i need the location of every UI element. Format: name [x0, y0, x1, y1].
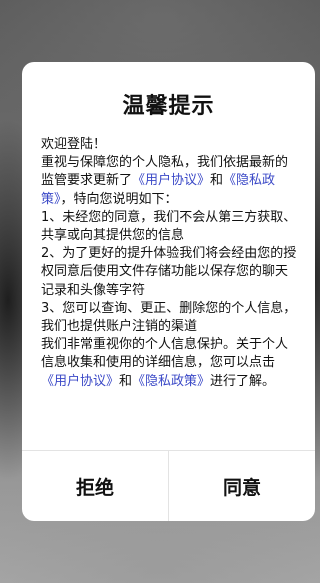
welcome-text: 欢迎登陆！: [41, 137, 107, 152]
dialog-title: 温馨提示: [122, 94, 215, 119]
closing-paragraph: 我们非常重视你的个人信息保护。关于个人信息收集和使用的详细信息，您可以点击《用户…: [41, 336, 300, 391]
closing-prefix: 我们非常重视你的个人信息保护。关于个人信息收集和使用的详细信息，您可以点击: [41, 337, 289, 371]
closing-and: 和: [119, 373, 133, 389]
user-agreement-link[interactable]: 《用户协议》: [132, 173, 210, 188]
closing-privacy-policy-link[interactable]: 《隐私政策》: [132, 374, 210, 389]
dialog-footer: 拒绝 同意: [22, 450, 315, 521]
privacy-notice-dialog: 温馨提示 欢迎登陆！ 重视与保障您的个人隐私，我们依据最新的监管要求更新了《用户…: [22, 62, 315, 521]
dialog-body: 欢迎登陆！ 重视与保障您的个人隐私，我们依据最新的监管要求更新了《用户协议》和《…: [41, 136, 300, 391]
intro-suffix: ，特向您说明如下：: [60, 191, 178, 207]
intro-paragraph: 重视与保障您的个人隐私，我们依据最新的监管要求更新了《用户协议》和《隐私政策》，…: [41, 154, 300, 209]
intro-and: 和: [210, 173, 224, 189]
agree-button[interactable]: 同意: [168, 451, 315, 521]
reject-button[interactable]: 拒绝: [22, 451, 168, 521]
notice-item-3: 3、您可以查询、更正、删除您的个人信息，我们也提供账户注销的渠道: [41, 300, 297, 335]
closing-user-agreement-link[interactable]: 《用户协议》: [41, 374, 119, 389]
closing-suffix: 进行了解。: [210, 373, 276, 389]
notice-item-2: 2、为了更好的提升体验我们将会经由您的授权同意后使用文件存储功能以保存您的聊天记…: [41, 246, 297, 298]
notice-item-1: 1、未经您的同意，我们不会从第三方获取、共享或向其提供您的信息: [41, 209, 297, 244]
